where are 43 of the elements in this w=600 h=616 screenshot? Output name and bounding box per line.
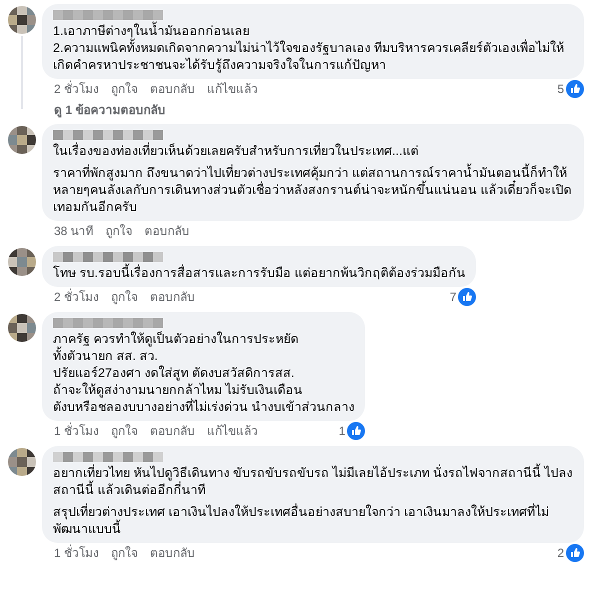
timestamp[interactable]: 1 ชั่วโมง [54, 422, 100, 440]
timestamp[interactable]: 2 ชั่วโมง [54, 80, 100, 98]
reply-link[interactable]: ตอบกลับ [150, 544, 196, 562]
reply-link[interactable]: ตอบกลับ [150, 288, 196, 306]
comment-text: ตังบหรือชลองบบางอย่างที่ไม่เร่งด่วน นำงบเข้าส่วนกลาง [53, 399, 354, 416]
comment-text: อยากเที่ยวไทย หันไปดูวิธีเดินทาง ขับรถขับรถขับรถ ไม่มีเลยไอ้ประเภท นั่งรถไฟจากสถานีนี้ ไปลงสถานีนี้ แล้วเดินต่ออีกกี่นาที [53, 465, 573, 499]
avatar[interactable] [8, 126, 36, 154]
comment-text: ถ้าจะให้ดูสง่างามนายกกล้าไหม ไม่รับเงินเดือน [53, 382, 304, 398]
reply-link[interactable]: ตอบกลับ [150, 422, 196, 440]
timestamp[interactable]: 38 นาที [54, 222, 94, 240]
reaction-count[interactable]: 1 [338, 422, 346, 440]
like-icon [458, 288, 476, 306]
comment-text: ทั้งตัวนายก สส. สว. [53, 348, 354, 365]
timestamp[interactable]: 2 ชั่วโมง [54, 288, 100, 306]
comment-text: ภาครัฐ ควรทำให้ดูเป็นตัวอย่างในการประหยัด [53, 331, 300, 346]
reply-link[interactable]: ตอบกลับ [150, 80, 196, 98]
comment-text: ในเรื่องของท่องเที่ยวเห็นด้วยเลยครับสำหรับการเที่ยวในประเทศ...แต่ [53, 143, 420, 160]
like-link[interactable]: ถูกใจ [111, 544, 138, 562]
avatar[interactable] [8, 314, 36, 342]
comment-text: โทษ รบ.รอบนี้เรื่องการสื่อสารและการรับมือ แต่อยากพ้นวิกฤติต้องร่วมมือกัน [53, 265, 466, 282]
edited-label[interactable]: แก้ไขแล้ว [207, 422, 258, 440]
comment-text: 2.ความแพนิคทั้งหมดเกิดจากความไม่น่าไว้ใจของรัฐบาลเอง ทีมบริหารควรเคลียร์ตัวเองเพื่อไม่ให้เกิดคำครหาประชาชนจะได้รับรู้ถึงความจริงใจในการแก้ปัญหา [53, 40, 573, 74]
like-link[interactable]: ถูกใจ [111, 422, 138, 440]
avatar[interactable] [8, 248, 36, 276]
reaction-count[interactable]: 7 [450, 288, 456, 306]
like-icon [347, 422, 366, 440]
like-link[interactable]: ถูกใจ [111, 80, 138, 98]
avatar[interactable] [8, 448, 36, 476]
comment-text: 1.เอาภาษีต่างๆในน้ำมันออกก่อนเลย [53, 23, 573, 40]
comment-text: ปรัยแอร์27องศา งดใส่สูท ตัดงบสวัสดิการสส. [53, 365, 296, 382]
like-link[interactable]: ถูกใจ [106, 222, 133, 240]
timestamp[interactable]: 1 ชั่วโมง [54, 544, 100, 562]
like-link[interactable]: ถูกใจ [111, 288, 138, 306]
like-icon [566, 80, 584, 98]
reply-link[interactable]: ตอบกลับ [144, 222, 190, 240]
like-icon [566, 544, 584, 562]
comment-text: ราคาที่พักสูงมาก ถึงขนาดว่าไปเที่ยวต่างประเทศคุ้มกว่า แต่สถานการณ์ราคาน้ำมันตอนนี้ก็ทำให้หลายๆคนลังเลกับการเดินทางส่วนตัวเชื่อว่าหลังสงกรานต์น่าจะหนักขึ้นแน่นอน แล้วเดี๋ยวก็จะเปิดเทอมกันอีกครับ [53, 165, 573, 216]
view-replies-link[interactable]: ดู 1 ข้อความตอบกลับ [42, 101, 584, 119]
reaction-count[interactable]: 2 [557, 544, 564, 562]
comment-text: สรุปเที่ยวต่างประเทศ เอาเงินไปลงให้ประเทศอื่นอย่างสบายใจกว่า เอาเงินมาลงให้ประเทศที่ไม่พัฒนาแบบนี้ [53, 504, 550, 538]
avatar[interactable] [8, 6, 36, 34]
edited-label[interactable]: แก้ไขแล้ว [207, 80, 258, 98]
reaction-count[interactable]: 5 [557, 80, 564, 98]
